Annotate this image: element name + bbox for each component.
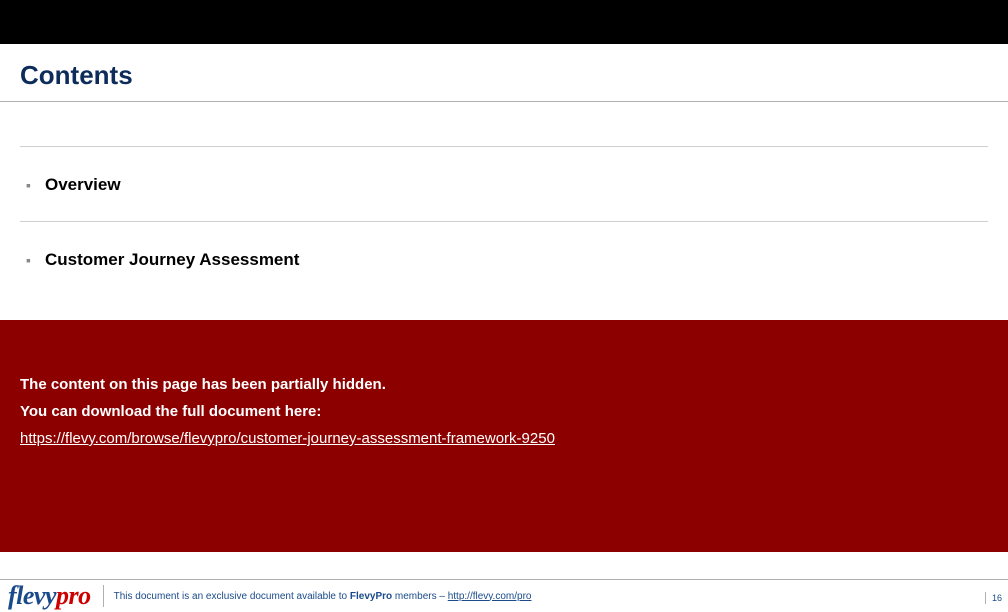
overlay-text-line1: The content on this page has been partia… <box>20 376 988 393</box>
logo-text-pro: pro <box>56 581 91 611</box>
footer-text: This document is an exclusive document a… <box>114 591 532 602</box>
bullet-square-icon: ▪ <box>26 252 31 268</box>
footer-prefix: This document is an exclusive document a… <box>114 591 350 602</box>
page-number-divider <box>985 592 986 604</box>
toc-item: ▪ Customer Journey Assessment <box>26 250 988 270</box>
download-link[interactable]: https://flevy.com/browse/flevypro/custom… <box>20 430 555 447</box>
divider-1 <box>20 146 988 147</box>
footer: flevypro This document is an exclusive d… <box>0 579 1008 612</box>
hidden-content-overlay: The content on this page has been partia… <box>0 320 1008 552</box>
footer-link[interactable]: http://flevy.com/pro <box>448 591 532 602</box>
logo-text-flevy: flevy <box>8 581 56 611</box>
bullet-square-icon: ▪ <box>26 177 31 193</box>
footer-divider <box>103 585 104 607</box>
top-black-bar <box>0 0 1008 44</box>
page-number-area: 16 <box>985 592 1002 604</box>
divider-2 <box>20 221 988 222</box>
toc-item-label: Customer Journey Assessment <box>45 250 299 270</box>
toc-item: ▪ Overview <box>26 175 988 195</box>
page-number: 16 <box>992 593 1002 603</box>
toc-item-label: Overview <box>45 175 121 195</box>
flevypro-logo: flevypro <box>8 581 91 611</box>
page-title: Contents <box>20 60 988 91</box>
header-area: Contents <box>0 44 1008 97</box>
footer-mid: members – <box>392 591 448 602</box>
footer-bold: FlevyPro <box>350 591 392 602</box>
toc-area: ▪ Overview ▪ Customer Journey Assessment <box>0 146 1008 270</box>
overlay-text-line2: You can download the full document here: <box>20 403 988 420</box>
title-underline <box>0 101 1008 102</box>
